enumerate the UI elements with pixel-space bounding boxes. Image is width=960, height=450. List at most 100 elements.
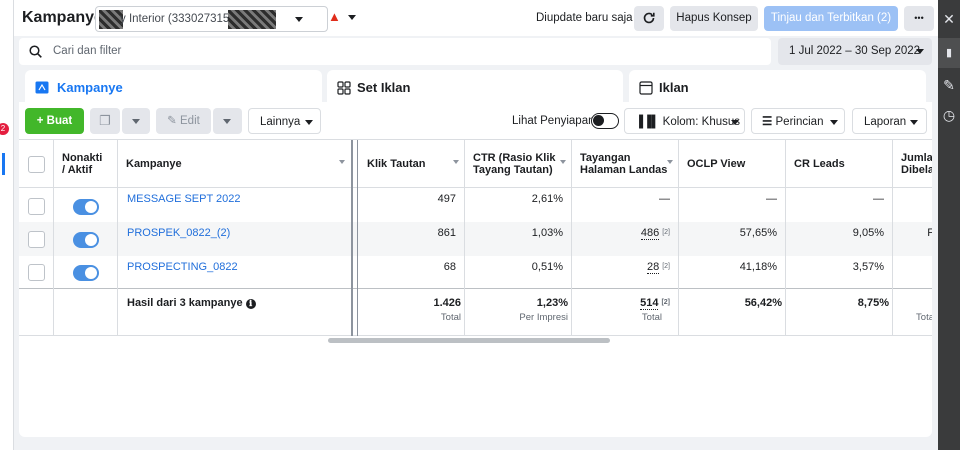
- redacted-account-id: [228, 10, 276, 29]
- duplicate-button[interactable]: ❐: [90, 108, 120, 134]
- notification-count-badge: 2: [0, 123, 9, 135]
- review-and-publish-button[interactable]: Tinjau dan Terbitkan (2): [764, 6, 898, 31]
- summary-landing-page-views-sub: Total: [641, 312, 662, 323]
- reports-button[interactable]: Laporan: [852, 108, 927, 134]
- summary-ctr-sub: Per Impresi: [519, 312, 568, 323]
- discard-drafts-button[interactable]: Hapus Konsep: [670, 6, 758, 31]
- sort-chevron-icon[interactable]: [453, 160, 459, 164]
- sort-chevron-icon[interactable]: [560, 160, 566, 164]
- summary-ctr: 1,23%: [536, 297, 568, 309]
- column-header-toggle[interactable]: Nonakti / Aktif: [62, 152, 102, 176]
- breakdown-button[interactable]: ☰ Perincian: [751, 108, 845, 134]
- summary-label: Hasil dari 3 kampanye ℹ: [127, 297, 256, 309]
- frozen-column-divider: [351, 140, 353, 336]
- ad-set-grid-icon: [337, 81, 351, 95]
- campaign-name-link[interactable]: PROSPECTING_0822: [127, 261, 238, 273]
- campaign-name-link[interactable]: MESSAGE SEPT 2022: [127, 193, 241, 205]
- header-line: Jumlah: [901, 152, 932, 164]
- campaign-active-toggle[interactable]: [73, 199, 99, 215]
- edit-button[interactable]: ✎ Edit: [156, 108, 211, 134]
- campaign-folder-icon: [35, 81, 49, 94]
- column-header-landing-page-views[interactable]: Tayangan Halaman Landas: [580, 152, 667, 176]
- duplicate-menu-button[interactable]: [122, 108, 150, 134]
- close-icon[interactable]: ✕: [942, 12, 956, 26]
- link-clicks-value: 68: [443, 261, 456, 273]
- column-header-campaign[interactable]: Kampanye: [126, 158, 182, 170]
- column-header-ctr[interactable]: CTR (Rasio Klik Tayang Tautan): [473, 152, 556, 176]
- edit-pencil-icon[interactable]: ✎: [942, 78, 956, 92]
- header-line: Nonakti: [62, 152, 103, 164]
- sort-chevron-icon[interactable]: [667, 160, 673, 164]
- header-line: / Aktif: [62, 164, 93, 176]
- select-all-checkbox[interactable]: [28, 156, 45, 173]
- footnote-marker[interactable]: [2]: [662, 263, 670, 270]
- column-header-link-clicks[interactable]: Klik Tautan: [367, 158, 425, 170]
- create-button-label: Buat: [46, 115, 73, 127]
- campaigns-panel: + Buat ❐ ✎ Edit Lainnya Lihat Penyiapan …: [19, 102, 932, 437]
- warning-icon[interactable]: ▲: [328, 9, 341, 24]
- tab-campaigns[interactable]: Kampanye: [25, 70, 322, 104]
- horizontal-scrollbar[interactable]: [328, 338, 610, 343]
- oclp-view-value: 57,65%: [739, 227, 777, 239]
- toggle-knob: [85, 201, 97, 213]
- chevron-down-icon[interactable]: [348, 15, 356, 20]
- info-icon[interactable]: ℹ: [245, 299, 256, 309]
- tab-ads-label: Iklan: [659, 80, 689, 95]
- column-header-purchased[interactable]: Jumlah Dibelan: [901, 152, 932, 176]
- chevron-down-icon: [910, 120, 918, 125]
- summary-landing-page-views: 514 [2]: [573, 297, 670, 310]
- toggle-knob: [85, 267, 97, 279]
- row-divider: [19, 288, 932, 289]
- account-selector[interactable]: y Interior (33302731570: [95, 6, 328, 32]
- create-button[interactable]: + Buat: [25, 108, 84, 134]
- chevron-down-icon: [830, 120, 838, 125]
- toggle-knob: [85, 234, 97, 246]
- link-clicks-value: 497: [437, 193, 456, 205]
- row-checkbox[interactable]: [28, 231, 45, 248]
- duplicate-icon: ❐: [99, 113, 111, 128]
- history-clock-icon[interactable]: ◷: [942, 108, 956, 122]
- campaign-name-link[interactable]: PROSPEK_0822_(2): [127, 227, 230, 239]
- more-actions-button[interactable]: Lainnya: [248, 108, 321, 134]
- view-setup-toggle[interactable]: [591, 113, 619, 129]
- sort-chevron-icon[interactable]: [339, 160, 345, 164]
- campaign-active-toggle[interactable]: [73, 265, 99, 281]
- header-line: Halaman Landas: [580, 164, 668, 176]
- link-clicks-value: 861: [437, 227, 456, 239]
- page-title: Kampanye: [22, 9, 103, 26]
- date-range-picker[interactable]: 1 Jul 2022 – 30 Sep 2022: [778, 38, 932, 65]
- cr-leads-value: 3,57%: [852, 261, 884, 273]
- nav-selected-marker: [2, 153, 5, 175]
- column-divider: [571, 140, 572, 336]
- search-input[interactable]: Cari dan filter: [19, 38, 771, 65]
- campaigns-table: Nonakti / Aktif Kampanye Klik Tautan CTR…: [19, 139, 932, 337]
- row-checkbox[interactable]: [28, 264, 45, 281]
- footnote-marker[interactable]: [2]: [662, 229, 670, 236]
- tab-ads[interactable]: Iklan: [629, 70, 926, 104]
- refresh-icon: [643, 12, 655, 24]
- cr-leads-value: 9,05%: [852, 227, 884, 239]
- edit-menu-button[interactable]: [213, 108, 242, 134]
- oclp-view-value: 41,18%: [739, 261, 777, 273]
- header-line: Tayangan: [580, 152, 631, 164]
- row-divider: [19, 335, 932, 336]
- campaign-active-toggle[interactable]: [73, 232, 99, 248]
- reports-label: Laporan: [864, 116, 907, 128]
- column-header-cr-leads[interactable]: CR Leads: [794, 158, 845, 170]
- refresh-button[interactable]: [634, 6, 664, 31]
- summary-oclp-view: 56,42%: [744, 297, 782, 309]
- columns-button[interactable]: ▐▐▌ Kolom: Khusus: [624, 108, 745, 134]
- row-checkbox[interactable]: [28, 198, 45, 215]
- footnote-marker[interactable]: [2]: [661, 299, 670, 306]
- header-line: Dibelan: [901, 164, 932, 176]
- tab-ad-sets[interactable]: Set Iklan: [327, 70, 623, 104]
- chevron-down-icon: [295, 17, 303, 22]
- chevron-down-icon: [731, 120, 739, 125]
- summary-link-clicks: 1.426: [433, 297, 461, 309]
- chart-icon[interactable]: ▮: [942, 46, 956, 60]
- left-navigation-strip: 2: [0, 0, 14, 450]
- summary-purchased-sub: Tota: [916, 312, 932, 323]
- column-header-oclp-view[interactable]: OCLP View: [687, 158, 745, 170]
- more-options-button[interactable]: •••: [904, 6, 934, 31]
- purchased-value: F: [894, 227, 932, 239]
